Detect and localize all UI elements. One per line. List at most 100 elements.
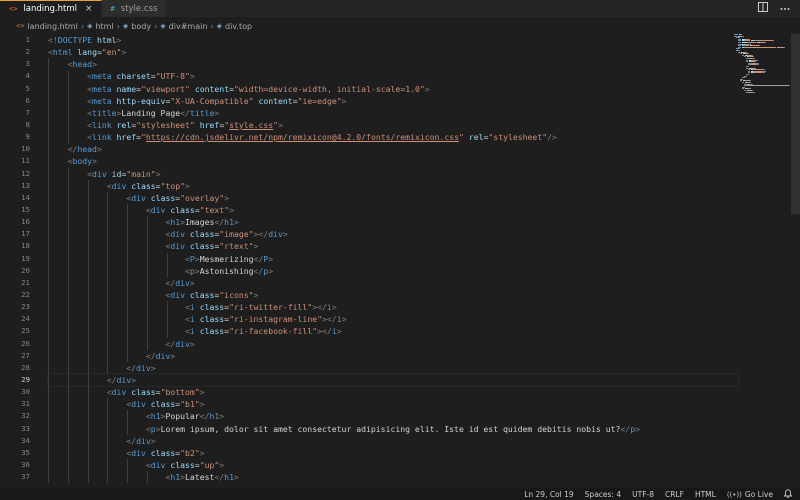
close-icon[interactable]: × <box>85 4 93 14</box>
code-line[interactable]: <div class="b1"> <box>48 398 738 411</box>
indent-guide <box>87 179 89 192</box>
code-token: html <box>52 47 73 58</box>
code-line[interactable]: <div class="rtext"> <box>48 240 738 253</box>
language-mode[interactable]: HTML <box>695 490 716 499</box>
indent-guide <box>107 288 109 302</box>
code-line[interactable]: </div> <box>48 276 738 289</box>
code-line[interactable]: <h1>Images</h1> <box>48 216 738 229</box>
code-token: > <box>268 253 274 264</box>
indent-guide <box>48 410 49 423</box>
breadcrumb-item[interactable]: html <box>95 22 113 31</box>
code-token: <! <box>48 35 58 45</box>
indent-guide <box>48 118 49 132</box>
code-token: div <box>92 168 107 179</box>
code-token: "top" <box>160 180 186 191</box>
code-line[interactable]: <title>Landing Page</title> <box>48 106 738 119</box>
eol-setting[interactable]: CRLF <box>665 490 684 499</box>
code-line[interactable]: <div class="overlay"> <box>48 191 738 204</box>
chevron-right-icon: › <box>80 21 85 31</box>
code-token: > <box>336 326 342 337</box>
code-token: content <box>194 83 230 94</box>
code-line[interactable]: <meta http-equiv="X-UA-Compatible" conte… <box>48 94 738 107</box>
code-token: div <box>136 362 151 373</box>
indent-guide <box>67 410 69 423</box>
line-number: 13 <box>21 180 30 190</box>
code-line[interactable]: <h1>Latest</h1> <box>48 471 738 484</box>
code-line[interactable]: <link rel="stylesheet" href="style.css"> <box>48 118 738 132</box>
indent-guide <box>166 264 168 277</box>
tab-style-css[interactable]: # style.css <box>101 0 167 17</box>
code-line[interactable]: <meta charset="UTF-8"> <box>48 70 738 83</box>
code-line[interactable]: <div id="main"> <box>48 167 738 180</box>
minimap-line <box>746 75 747 77</box>
code-line[interactable]: <p>Astonishing</p> <box>48 264 738 277</box>
more-actions-icon[interactable] <box>780 3 790 14</box>
indent-guide <box>48 264 49 277</box>
code-token: div <box>150 459 166 470</box>
code-line[interactable]: <div class="top"> <box>48 179 738 192</box>
code-token: > <box>331 302 337 313</box>
code-token: > <box>268 265 274 276</box>
code-token: > <box>341 95 347 106</box>
line-number: 17 <box>21 229 30 239</box>
cursor-position[interactable]: Ln 29, Col 19 <box>524 490 573 499</box>
code-line[interactable]: <i class="ri-twitter-fill"></i> <box>48 301 738 314</box>
indent-guide <box>48 70 49 83</box>
bell-icon[interactable] <box>783 488 793 500</box>
indent-guide <box>107 458 109 472</box>
code-token: > <box>253 241 259 252</box>
code-line[interactable]: <div class="bottom"> <box>48 386 738 399</box>
indent-guide <box>107 228 109 241</box>
code-line[interactable]: </div> <box>48 434 738 447</box>
code-line[interactable]: <i class="ri-instagram-line"></i> <box>48 313 738 326</box>
breadcrumb-item[interactable]: div#main <box>169 22 208 31</box>
code-line[interactable]: <body> <box>48 155 738 168</box>
breadcrumb-item[interactable]: body <box>131 22 151 31</box>
code-line[interactable]: <div class="icons"> <box>48 288 738 302</box>
indent-guide <box>127 301 129 314</box>
code-line[interactable]: </div> <box>48 361 738 374</box>
indent-guide <box>107 471 109 484</box>
code-line[interactable]: </head> <box>48 143 738 156</box>
code-area[interactable]: <!DOCTYPE html> <html lang="en"> <head> <… <box>47 34 739 484</box>
code-line[interactable]: </div> <box>48 337 738 350</box>
indent-guide <box>107 434 109 447</box>
vertical-scrollbar[interactable] <box>791 34 800 214</box>
indent-guide <box>127 264 129 277</box>
code-line[interactable]: <!DOCTYPE html> <box>48 34 738 46</box>
code-line[interactable]: <head> <box>48 58 738 71</box>
indent-guide <box>87 301 89 314</box>
code-line[interactable]: </div> <box>47 372 739 388</box>
code-line[interactable]: </div> <box>48 349 738 362</box>
code-line[interactable]: <div class="b2"> <box>48 446 738 459</box>
code-line[interactable]: <P>Mesmerizing</P> <box>48 252 738 265</box>
code-line[interactable]: <div class="image"></div> <box>48 228 738 241</box>
encoding-setting[interactable]: UTF-8 <box>632 490 654 499</box>
indent-guide <box>67 398 69 411</box>
go-live-button[interactable]: ((•)) Go Live <box>727 490 773 499</box>
code-line[interactable]: <i class="ri-facebook-fill"></i> <box>48 325 738 338</box>
indentation-setting[interactable]: Spaces: 4 <box>585 490 621 499</box>
code-token: href <box>199 119 220 130</box>
code-line[interactable]: <meta name="viewport" content="width=dev… <box>48 82 738 95</box>
indent-guide <box>127 349 129 362</box>
code-token: link <box>92 119 112 130</box>
minimap[interactable] <box>734 34 790 94</box>
code-token: > <box>189 71 195 82</box>
code-token: "main" <box>126 168 156 179</box>
line-number: 9 <box>25 132 30 142</box>
code-line[interactable]: <p>Lorem ipsum, dolor sit amet consectet… <box>48 422 738 435</box>
code-token: html <box>96 35 117 45</box>
code-editor[interactable]: 1 2 3 4 5 6 7 8 9 10 11 12 13 14 15 16 17 18 19 20 21 22 23 24 2… <box>0 34 800 488</box>
tab-landing-html[interactable]: <> landing.html × <box>0 0 102 17</box>
breadcrumb-item[interactable]: div.top <box>225 22 252 31</box>
breadcrumb-item[interactable]: landing.html <box>27 22 77 31</box>
minimap-line <box>757 59 758 61</box>
code-line[interactable]: <html lang="en"> <box>48 46 738 58</box>
code-line[interactable]: <h1>Popular</h1> <box>48 410 738 423</box>
split-editor-icon[interactable] <box>758 2 768 15</box>
code-line[interactable]: <link href="https://cdn.jsdelivr.net/npm… <box>48 131 738 144</box>
code-line[interactable]: <div class="text"> <box>48 203 738 217</box>
editor-actions <box>758 0 800 17</box>
code-line[interactable]: <div class="up"> <box>48 458 738 472</box>
